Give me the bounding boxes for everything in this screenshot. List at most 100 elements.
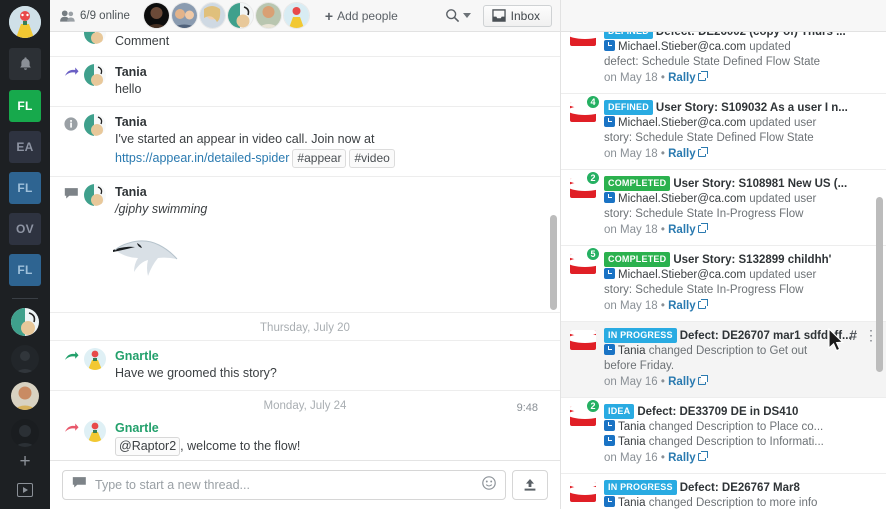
rally-link[interactable]: Rally [668,376,696,388]
online-status-group[interactable]: 6/9 online [60,10,130,22]
avatar[interactable] [84,184,106,206]
avatar[interactable] [84,32,106,44]
activity-title[interactable]: User Story: S109032 As a user I n... [656,102,848,114]
rally-link[interactable]: Rally [668,224,696,236]
hashtag-video[interactable]: #video [349,149,395,168]
activity-item-7[interactable]: IN PROGRESS Defect: DE26767 Mar8 Tania cha… [561,474,886,509]
activity-line: defect: Schedule State Defined Flow Stat… [604,55,868,70]
upload-button[interactable] [512,470,548,500]
rail-person-1[interactable] [11,308,39,336]
message-list[interactable]: Comment Tania hello Tania I've started a… [50,32,560,460]
sidebar-item-team-1[interactable]: EA [9,131,41,163]
unread-count-badge: 4 [586,95,600,109]
activity-actor: Michael.Stieber@ca.com [618,41,750,53]
message-gutter [58,64,84,98]
activity-list-scrollbar[interactable] [876,197,883,372]
appear-in-link[interactable]: https://appear.in/detailed-spider [115,151,289,165]
user-avatar[interactable] [9,6,41,38]
header-avatar-3[interactable] [199,3,225,28]
inbox-button[interactable]: Inbox [482,4,552,27]
message-text-lead: I've started an appear in video call. Jo… [115,132,375,146]
activity-line: Michael.Stieber@ca.com updated [604,40,868,55]
rally-link[interactable]: Rally [668,72,696,84]
header-avatar-1[interactable] [143,3,169,28]
activity-action: updated user [749,193,817,205]
header-avatar-6[interactable] [283,3,309,28]
activity-action: updated user [749,117,817,129]
rail-person-2[interactable] [11,345,39,373]
message-row-appear[interactable]: Tania I've started an appear in video ca… [50,107,560,177]
activity-footer: on May 18 • Rally [604,70,868,86]
message-row-welcome[interactable]: 9:48 Gnartle @Raptor2, welcome to the fl… [50,402,560,460]
activity-item-1[interactable]: DEFINEDDefect: DE26002 (copy of) Thurs .… [561,32,886,94]
hash-icon[interactable]: # [849,327,857,343]
activity-title[interactable]: Defect: DE26767 Mar8 [680,482,800,494]
activity-footer: on May 18 • Rally [604,298,868,314]
rally-logo-icon [570,328,600,390]
activity-item-2[interactable]: 4 DEFINED User Story: S109032 As a user I … [561,94,886,170]
search-button[interactable] [445,8,471,23]
activity-action: story: Schedule State In-Progress Flow [604,208,804,220]
message-row-hello[interactable]: Tania hello [50,57,560,107]
activity-item-5[interactable]: IN PROGRESS Defect: DE26707 mar1 sdfdsff.… [561,322,886,398]
activity-title[interactable]: Defect: DE26002 (copy of) Thurs ... [656,32,846,38]
rally-link[interactable]: Rally [668,452,696,464]
activity-footer: on May 18 • Rally [604,222,868,238]
sidebar-item-team-2[interactable]: FL [9,172,41,204]
avatar[interactable] [84,114,106,136]
avatar[interactable] [84,348,106,370]
message-row-comment[interactable]: Comment [50,32,560,57]
avatar[interactable] [84,420,106,442]
activity-title[interactable]: User Story: S132899 childhh' [673,254,831,266]
activity-action: story: Schedule State Defined Flow State [604,132,814,144]
activity-title[interactable]: User Story: S108981 New US (... [673,178,847,190]
rally-link[interactable]: Rally [668,148,696,160]
giphy-attachment[interactable] [50,218,560,313]
add-people-button[interactable]: + Add people [325,8,398,24]
header-avatar-4[interactable] [227,3,253,28]
activity-title[interactable]: Defect: DE33709 DE in DS410 [637,406,798,418]
arrow-icon-green [64,351,79,360]
mention-raptor2[interactable]: @Raptor2 [115,437,181,456]
notifications-button[interactable] [9,48,41,80]
message-input[interactable] [95,478,482,492]
clock-icon [604,420,615,431]
status-badge: IN PROGRESS [604,328,677,343]
activity-item-3[interactable]: 2 COMPLETED User Story: S108981 New US (..… [561,170,886,246]
activity-actor: Michael.Stieber@ca.com [618,193,750,205]
message-row-groomed[interactable]: Gnartle Have we groomed this story? [50,341,560,391]
avatar-image [84,420,106,442]
composer-input-wrapper[interactable] [62,470,506,500]
video-icon[interactable] [17,483,33,497]
activity-line: Michael.Stieber@ca.com updated user [604,268,868,283]
message-composer [50,460,560,509]
clock-icon [604,344,615,355]
rail-person-3[interactable] [11,382,39,410]
avatar[interactable] [84,64,106,86]
avatar-image [255,3,281,28]
smiley-icon[interactable] [482,475,496,495]
avatar-image [227,3,253,28]
sidebar-item-team-3[interactable]: OV [9,213,41,245]
activity-item-6[interactable]: 2 IDEA Defect: DE33709 DE in DS410 Tania ch… [561,398,886,474]
bell-icon [19,57,31,70]
activity-item-4[interactable]: 5 COMPLETED User Story: S132899 childhh' Mi… [561,246,886,322]
message-row-giphy[interactable]: Tania /giphy swimming [50,177,560,218]
rail-person-4[interactable] [11,419,39,447]
sidebar-item-team-4[interactable]: FL [9,254,41,286]
activity-footer: on May 16 • Rally [604,374,868,390]
rally-logo-icon: 2 [570,399,600,466]
message-gutter [58,420,84,456]
rally-link[interactable]: Rally [668,300,696,312]
add-flow-button[interactable]: + [19,452,30,472]
activity-line: Tania changed Description to Informati..… [604,435,868,450]
hashtag-appear[interactable]: #appear [292,149,347,168]
activity-list[interactable]: DEFINEDDefect: DE26002 (copy of) Thurs .… [561,32,886,509]
avatar-image [84,114,106,136]
header-avatar-5[interactable] [255,3,281,28]
activity-title[interactable]: Defect: DE26707 mar1 sdfdsff... [680,330,852,342]
sidebar-item-team-0[interactable]: FL [9,90,41,122]
add-people-plus: + [324,7,334,24]
header-avatar-2[interactable] [171,3,197,28]
message-list-scrollbar[interactable] [550,215,557,310]
